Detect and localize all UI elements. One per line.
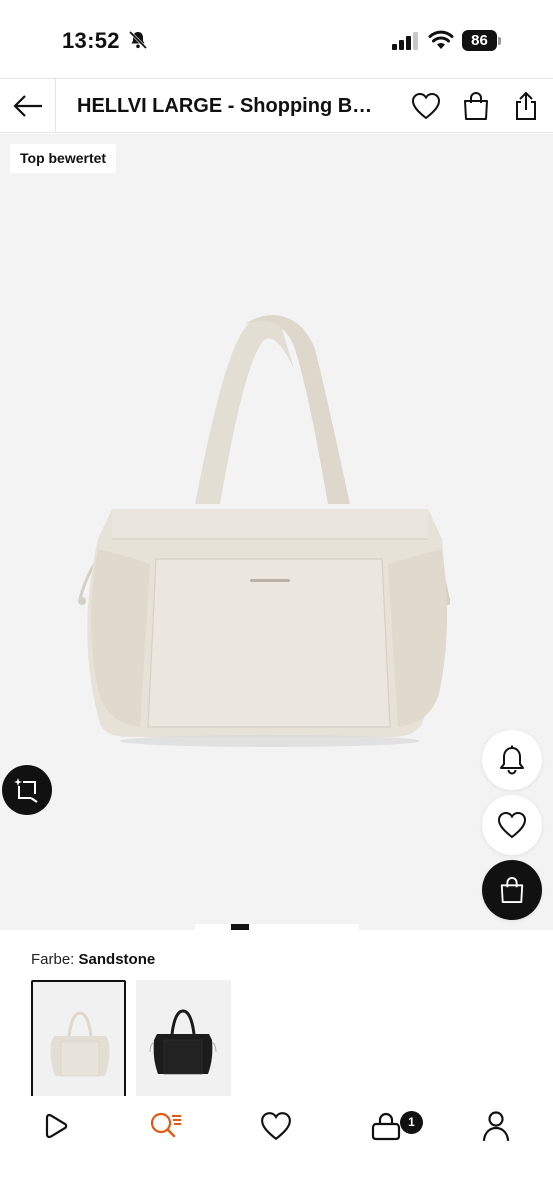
account-icon — [482, 1111, 510, 1142]
price-alert-button[interactable] — [482, 730, 542, 790]
bell-off-icon — [128, 30, 148, 50]
visual-search-icon — [14, 778, 38, 803]
color-swatch-black[interactable] — [136, 980, 231, 1098]
page-title: HELLVI LARGE - Shopping Bag - sandstone — [77, 95, 377, 117]
product-image-carousel[interactable]: Top bewertet — [0, 134, 553, 930]
bell-icon — [500, 745, 524, 775]
shopping-bag-icon — [500, 877, 524, 903]
back-arrow-icon — [12, 95, 42, 117]
add-to-cart-button[interactable] — [482, 860, 542, 920]
battery-icon: 86 — [462, 30, 502, 52]
back-button[interactable] — [0, 79, 56, 133]
status-bar: 13:52 86 — [0, 0, 553, 78]
cart-button[interactable] — [460, 90, 492, 122]
color-label: Farbe: Sandstone — [31, 951, 156, 968]
clock: 13:52 — [62, 28, 120, 53]
carousel-pager[interactable] — [195, 924, 359, 930]
pager-active-indicator — [231, 924, 249, 930]
shopping-bag-icon — [464, 92, 488, 120]
wifi-icon — [428, 30, 454, 49]
top-rated-badge: Top bewertet — [10, 144, 117, 173]
color-swatch-sandstone[interactable] — [31, 980, 126, 1098]
visual-search-button[interactable] — [2, 765, 52, 815]
wishlist-icon — [261, 1112, 291, 1141]
cart-icon — [371, 1112, 401, 1141]
top-navigation: HELLVI LARGE - Shopping Bag - sandstone — [0, 78, 553, 133]
heart-icon — [497, 811, 527, 839]
selected-color-name: Sandstone — [78, 951, 156, 968]
home-icon — [45, 1113, 68, 1139]
battery-level: 86 — [462, 30, 497, 51]
heart-icon — [411, 92, 441, 120]
share-button[interactable] — [510, 90, 542, 122]
tab-search[interactable] — [144, 1106, 188, 1146]
tab-account[interactable] — [474, 1106, 518, 1146]
share-icon — [516, 91, 536, 120]
tote-bag-image — [78, 315, 450, 747]
signal-icon — [392, 32, 418, 50]
tote-bag-thumbnail — [50, 1011, 110, 1077]
wishlist-button[interactable] — [410, 90, 442, 122]
tab-wishlist[interactable] — [254, 1106, 298, 1146]
bottom-tab-bar: 1 — [0, 1096, 553, 1200]
search-icon — [150, 1112, 181, 1138]
tab-home[interactable] — [34, 1106, 78, 1146]
tote-bag-thumbnail — [149, 1009, 217, 1075]
cart-count-badge: 1 — [400, 1111, 423, 1134]
add-to-wishlist-button[interactable] — [482, 795, 542, 855]
